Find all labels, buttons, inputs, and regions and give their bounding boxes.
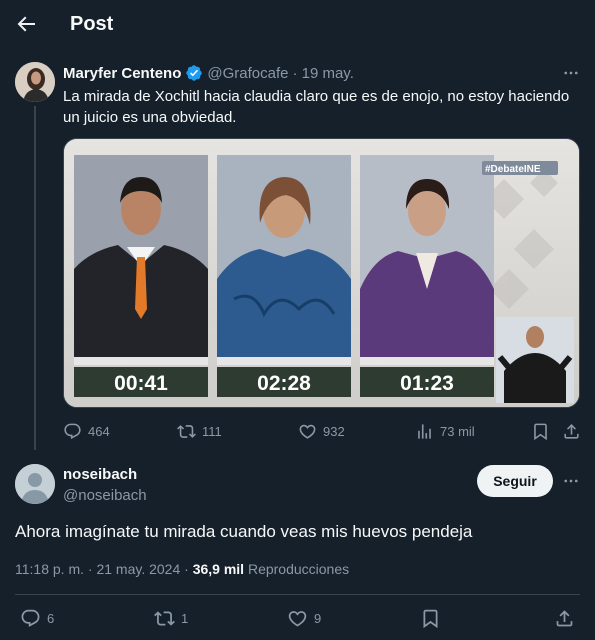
repost-icon — [177, 425, 196, 438]
like-button[interactable]: 9 — [287, 608, 321, 629]
like-count: 9 — [314, 611, 322, 626]
reply-action-bar: 6 1 9 — [15, 608, 580, 630]
views-button[interactable]: 73 mil — [415, 422, 475, 441]
bookmark-icon — [534, 423, 547, 441]
repost-button[interactable]: 1 — [154, 608, 188, 629]
back-arrow-icon[interactable] — [14, 12, 38, 36]
tweet-header: Maryfer Centeno @Grafocafe · 19 may. — [63, 64, 354, 82]
share-icon — [556, 610, 573, 627]
author-name[interactable]: Maryfer Centeno — [63, 65, 181, 82]
views-label: Reproducciones — [247, 561, 350, 577]
reply-text: Ahora imagínate tu mirada cuando veas mi… — [15, 522, 473, 541]
divider — [15, 594, 580, 595]
repost-icon — [154, 611, 175, 626]
reply-count: 6 — [47, 611, 55, 626]
header-bar: Post — [0, 0, 595, 50]
tweet-media-image[interactable]: 00:41 02:28 01:23 #DebateINE — [63, 138, 580, 408]
reply-button[interactable]: 6 — [20, 608, 54, 629]
follow-button[interactable]: Seguir — [477, 465, 553, 497]
tweet-text: La mirada de Xochitl hacia claudia claro… — [63, 88, 570, 126]
share-button[interactable] — [554, 608, 575, 629]
page-title: Post — [70, 13, 114, 35]
repost-count: 1 — [181, 611, 189, 626]
repost-count: 111 — [202, 424, 222, 439]
tweet-date[interactable]: · 19 may. — [292, 65, 353, 82]
heart-icon — [288, 611, 307, 627]
share-icon — [564, 424, 579, 439]
timer-label: 01:23 — [400, 372, 454, 395]
bookmark-button[interactable] — [420, 608, 441, 629]
more-options-icon[interactable] — [560, 64, 582, 82]
author-handle[interactable]: @noseibach — [63, 487, 147, 504]
thread-connector-line — [34, 106, 36, 450]
reply-icon — [64, 423, 81, 440]
tweet-action-bar: 464 111 932 73 mil — [63, 422, 583, 442]
avatar[interactable] — [15, 464, 55, 504]
post-timestamp[interactable]: 11:18 p. m. · 21 may. 2024 · — [15, 561, 189, 577]
author-handle[interactable]: @Grafocafe — [207, 65, 288, 82]
reply-count: 464 — [88, 424, 110, 439]
more-options-icon[interactable] — [560, 472, 582, 490]
post-metadata: 11:18 p. m. · 21 may. 2024 · 36,9 mil Re… — [15, 561, 349, 577]
heart-icon — [299, 424, 316, 439]
like-count: 932 — [323, 424, 345, 439]
debate-badge: #DebateINE — [485, 164, 541, 175]
reply-icon — [21, 609, 40, 627]
timer-label: 00:41 — [114, 372, 168, 395]
author-name[interactable]: noseibach — [63, 466, 137, 483]
views-chart-icon — [418, 424, 431, 439]
like-button[interactable]: 932 — [298, 422, 345, 441]
repost-button[interactable]: 111 — [177, 422, 222, 441]
avatar[interactable] — [15, 62, 55, 102]
bookmark-button[interactable] — [531, 422, 550, 441]
verified-badge-icon — [186, 65, 203, 81]
views-count: 73 mil — [440, 424, 475, 439]
share-button[interactable] — [562, 422, 581, 441]
bookmark-icon — [423, 609, 438, 629]
reply-button[interactable]: 464 — [63, 422, 110, 441]
timer-label: 02:28 — [257, 372, 311, 395]
views-count: 36,9 mil — [192, 561, 245, 577]
